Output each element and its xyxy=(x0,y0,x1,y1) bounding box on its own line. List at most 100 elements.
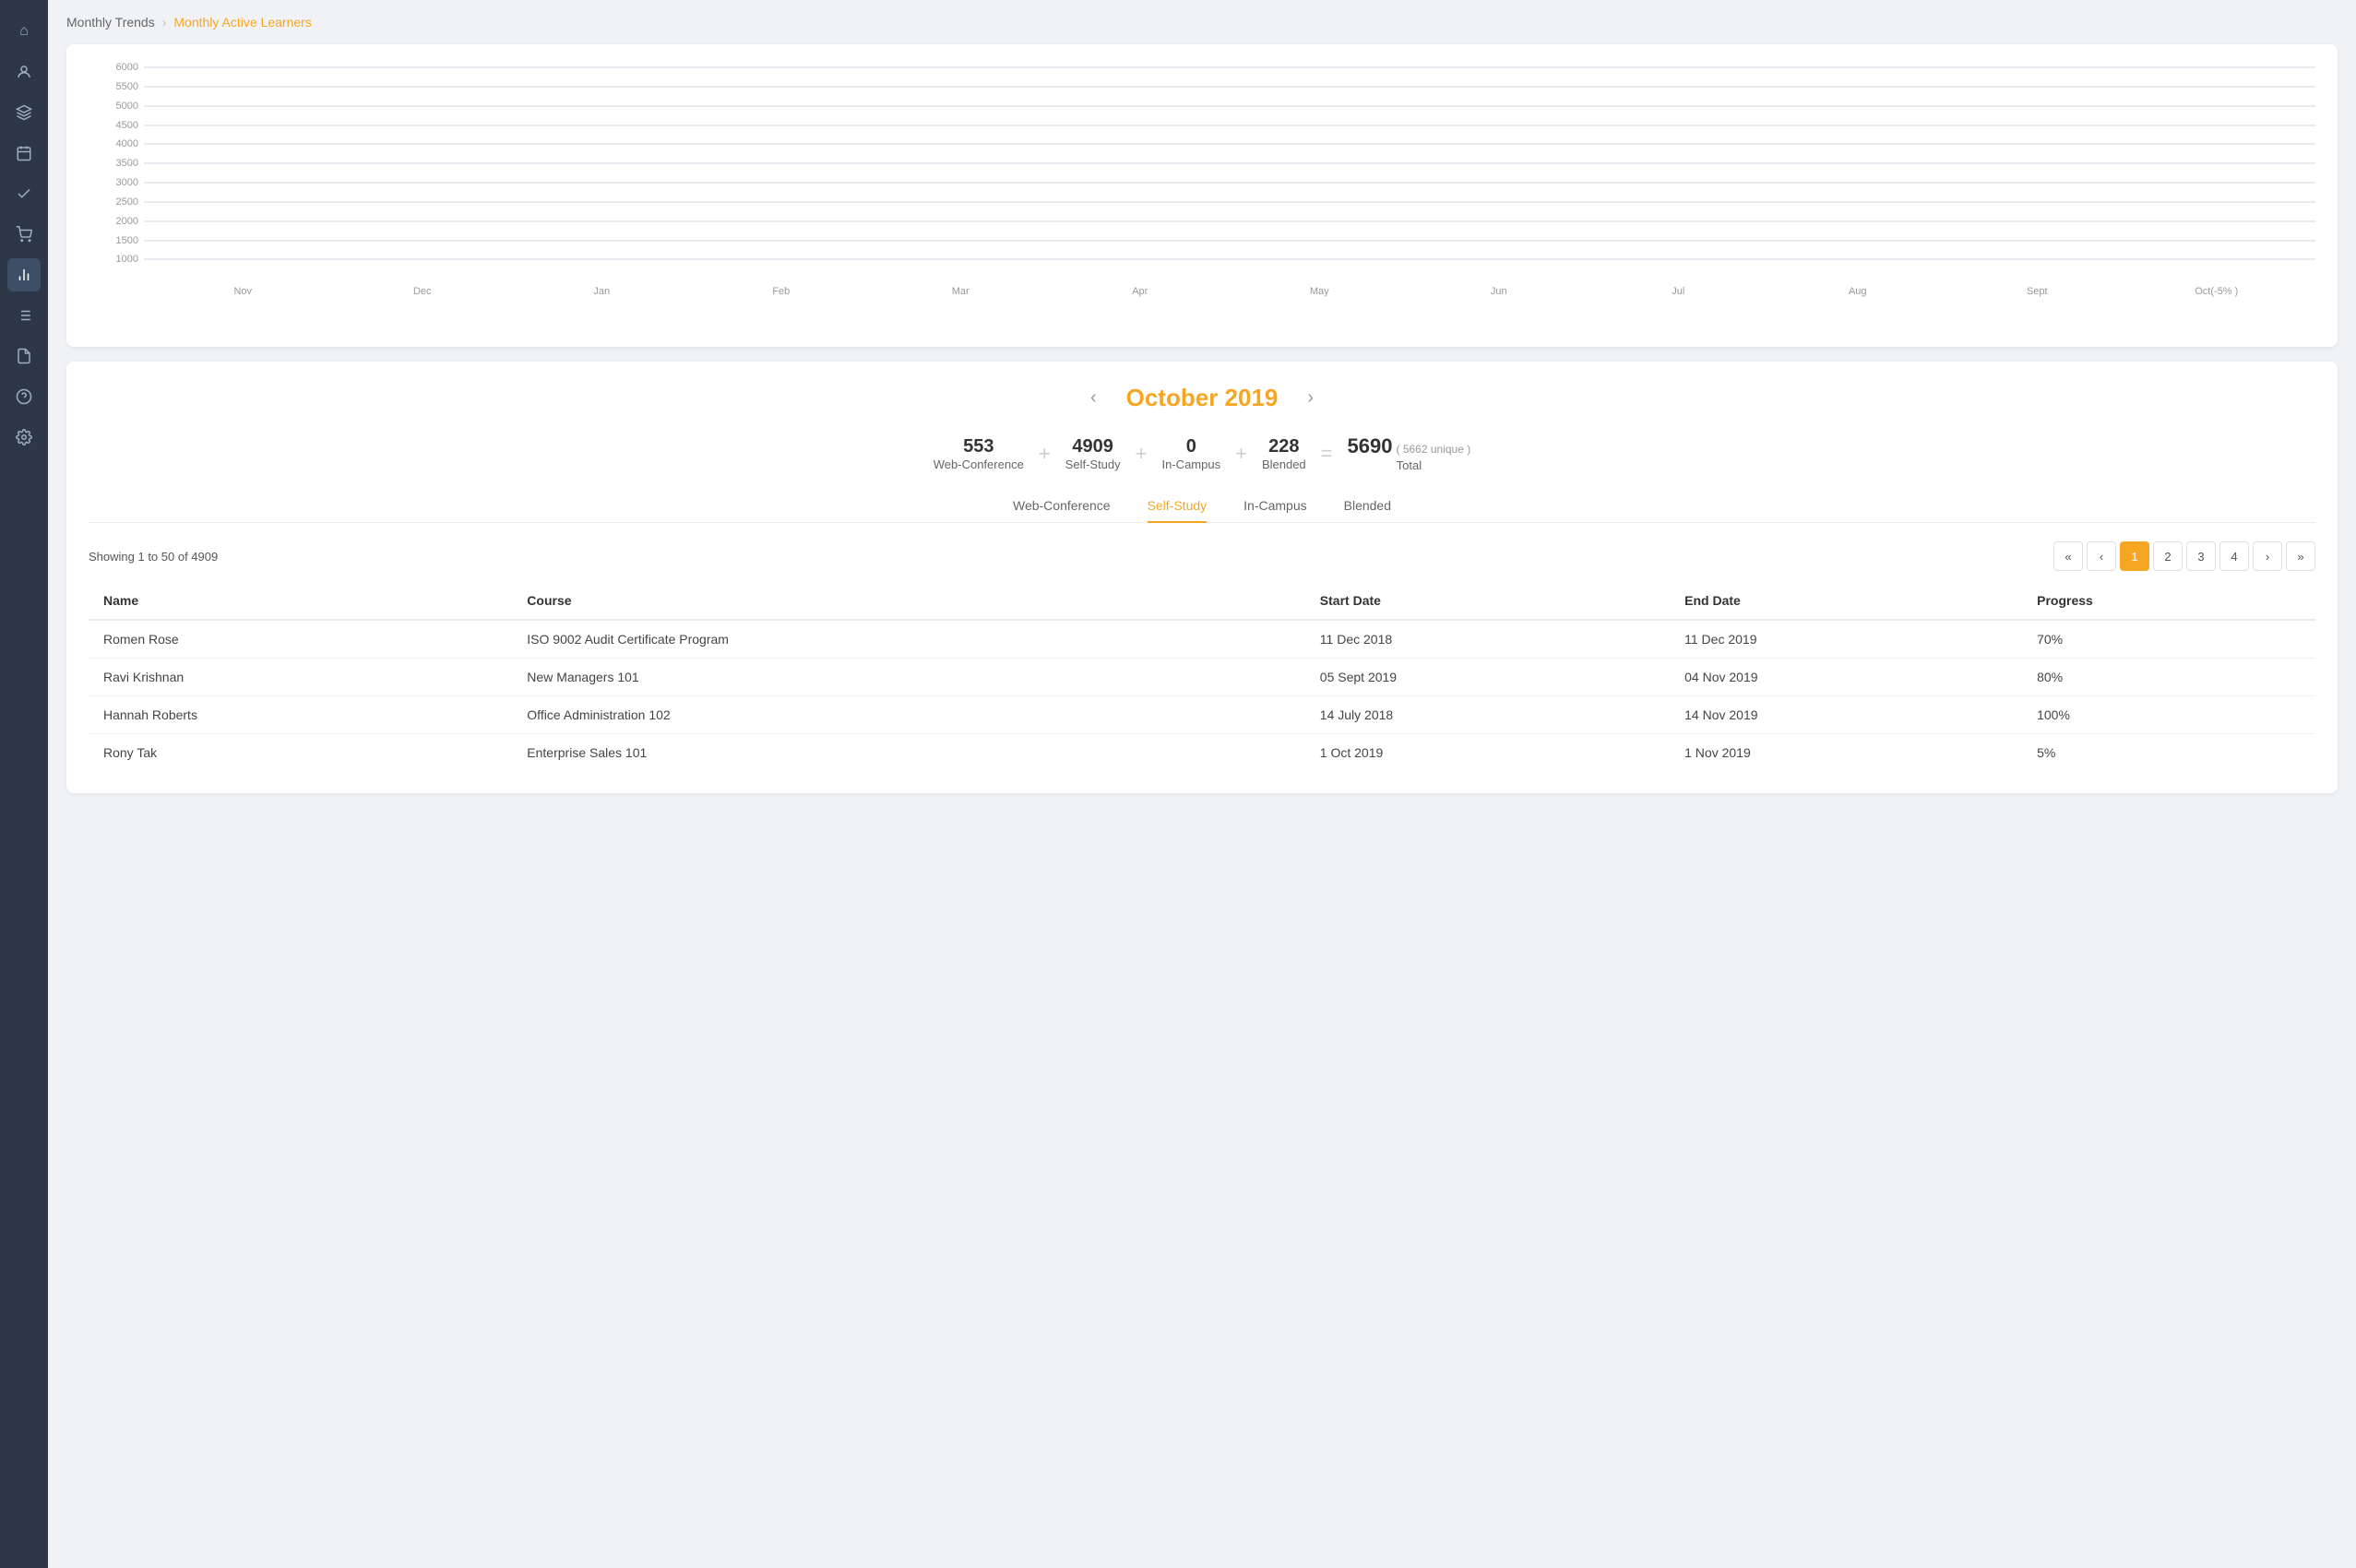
total-value: 5690 xyxy=(1348,434,1393,458)
tab-self-study[interactable]: Self-Study xyxy=(1148,498,1208,522)
blended-label: Blended xyxy=(1262,457,1306,471)
cart-icon[interactable] xyxy=(7,218,41,251)
chart-card: 6000550050004500400035003000250020001500… xyxy=(66,44,2338,347)
learner-name[interactable]: Rony Tak xyxy=(89,734,512,772)
bar-oct5[interactable]: Oct(-5% ) xyxy=(2127,280,2307,297)
learners-table: NameCourseStart DateEnd DateProgress Rom… xyxy=(89,582,2315,771)
stat-self-study: 4909 Self-Study xyxy=(1065,436,1121,471)
learner-start-date: 1 Oct 2019 xyxy=(1305,734,1670,772)
showing-text: Showing 1 to 50 of 4909 xyxy=(89,550,218,564)
learner-course: Enterprise Sales 101 xyxy=(512,734,1305,772)
stat-blended: 228 Blended xyxy=(1262,436,1306,471)
pagination-page-3[interactable]: 3 xyxy=(2186,541,2216,571)
web-conference-value: 553 xyxy=(934,436,1024,457)
pagination-last[interactable]: » xyxy=(2286,541,2315,571)
learner-progress: 70% xyxy=(2022,620,2315,659)
column-header-name: Name xyxy=(89,582,512,620)
current-month-label: October 2019 xyxy=(1126,384,1279,412)
breadcrumb-separator: › xyxy=(162,15,167,30)
column-header-progress: Progress xyxy=(2022,582,2315,620)
self-study-value: 4909 xyxy=(1065,436,1121,457)
bar-mar[interactable]: Mar xyxy=(871,280,1051,297)
learner-start-date: 05 Sept 2019 xyxy=(1305,659,1670,696)
total-label: Total xyxy=(1348,458,1471,472)
help-icon[interactable] xyxy=(7,380,41,413)
learner-name[interactable]: Romen Rose xyxy=(89,620,512,659)
breadcrumb: Monthly Trends › Monthly Active Learners xyxy=(66,15,2338,30)
column-header-start-date: Start Date xyxy=(1305,582,1670,620)
learner-end-date: 14 Nov 2019 xyxy=(1670,696,2022,734)
list-settings-icon[interactable] xyxy=(7,299,41,332)
table-row: Ravi KrishnanNew Managers 10105 Sept 201… xyxy=(89,659,2315,696)
bar-sept[interactable]: Sept xyxy=(1947,280,2127,297)
pagination-page-2[interactable]: 2 xyxy=(2153,541,2183,571)
stats-row: 553 Web-Conference + 4909 Self-Study + 0… xyxy=(89,434,2315,472)
month-navigation: ‹ October 2019 › xyxy=(89,384,2315,412)
blended-value: 228 xyxy=(1262,436,1306,457)
file-icon[interactable] xyxy=(7,339,41,373)
learner-start-date: 14 July 2018 xyxy=(1305,696,1670,734)
column-header-end-date: End Date xyxy=(1670,582,2022,620)
bar-feb[interactable]: Feb xyxy=(692,280,872,297)
calendar-icon[interactable] xyxy=(7,137,41,170)
month-detail-card: ‹ October 2019 › 553 Web-Conference + 49… xyxy=(66,362,2338,793)
plus-operator-2: + xyxy=(1136,442,1148,466)
column-header-course: Course xyxy=(512,582,1305,620)
tab-blended[interactable]: Blended xyxy=(1344,498,1391,522)
check-icon[interactable] xyxy=(7,177,41,210)
user-icon[interactable] xyxy=(7,55,41,89)
sidebar: ⌂ xyxy=(0,0,48,1568)
stat-web-conference: 553 Web-Conference xyxy=(934,436,1024,471)
breadcrumb-parent[interactable]: Monthly Trends xyxy=(66,15,155,30)
plus-operator-3: + xyxy=(1235,442,1247,466)
learner-progress: 80% xyxy=(2022,659,2315,696)
pagination-next[interactable]: › xyxy=(2253,541,2282,571)
web-conference-label: Web-Conference xyxy=(934,457,1024,471)
learner-start-date: 11 Dec 2018 xyxy=(1305,620,1670,659)
tab-in-campus[interactable]: In-Campus xyxy=(1243,498,1306,522)
total-unique: ( 5662 unique ) xyxy=(1396,443,1470,456)
pagination-page-4[interactable]: 4 xyxy=(2219,541,2249,571)
layers-icon[interactable] xyxy=(7,96,41,129)
category-tabs: Web-Conference Self-Study In-Campus Blended xyxy=(89,498,2315,523)
learner-name[interactable]: Ravi Krishnan xyxy=(89,659,512,696)
settings-icon[interactable] xyxy=(7,421,41,454)
learner-name[interactable]: Hannah Roberts xyxy=(89,696,512,734)
bar-jan[interactable]: Jan xyxy=(512,280,692,297)
learner-course: Office Administration 102 xyxy=(512,696,1305,734)
table-row: Hannah RobertsOffice Administration 1021… xyxy=(89,696,2315,734)
stat-total: 5690 ( 5662 unique ) Total xyxy=(1348,434,1471,472)
pagination: «‹1234›» xyxy=(2053,541,2315,571)
pagination-prev[interactable]: ‹ xyxy=(2087,541,2116,571)
bar-dec[interactable]: Dec xyxy=(333,280,513,297)
chart-bar-icon[interactable] xyxy=(7,258,41,291)
pagination-first[interactable]: « xyxy=(2053,541,2083,571)
learner-end-date: 11 Dec 2019 xyxy=(1670,620,2022,659)
learner-end-date: 04 Nov 2019 xyxy=(1670,659,2022,696)
prev-month-button[interactable]: ‹ xyxy=(1083,384,1104,412)
bar-jun[interactable]: Jun xyxy=(1410,280,1589,297)
bar-nov[interactable]: Nov xyxy=(153,280,333,297)
pagination-page-1[interactable]: 1 xyxy=(2120,541,2149,571)
equals-operator: = xyxy=(1321,442,1333,466)
bar-jul[interactable]: Jul xyxy=(1589,280,1768,297)
next-month-button[interactable]: › xyxy=(1300,384,1321,412)
bar-aug[interactable]: Aug xyxy=(1768,280,1948,297)
in-campus-value: 0 xyxy=(1162,436,1221,457)
table-controls: Showing 1 to 50 of 4909 «‹1234›» xyxy=(89,541,2315,571)
table-row: Romen RoseISO 9002 Audit Certificate Pro… xyxy=(89,620,2315,659)
learner-end-date: 1 Nov 2019 xyxy=(1670,734,2022,772)
learner-progress: 100% xyxy=(2022,696,2315,734)
tab-web-conference[interactable]: Web-Conference xyxy=(1013,498,1111,522)
main-content: Monthly Trends › Monthly Active Learners… xyxy=(48,0,2356,1568)
home-icon[interactable]: ⌂ xyxy=(7,15,41,48)
self-study-label: Self-Study xyxy=(1065,457,1121,471)
bar-chart: 6000550050004500400035003000250020001500… xyxy=(89,66,2315,325)
bar-may[interactable]: May xyxy=(1230,280,1410,297)
breadcrumb-current: Monthly Active Learners xyxy=(173,15,311,30)
learner-progress: 5% xyxy=(2022,734,2315,772)
learner-course: New Managers 101 xyxy=(512,659,1305,696)
bar-apr[interactable]: Apr xyxy=(1051,280,1231,297)
table-row: Rony TakEnterprise Sales 1011 Oct 20191 … xyxy=(89,734,2315,772)
plus-operator-1: + xyxy=(1039,442,1051,466)
